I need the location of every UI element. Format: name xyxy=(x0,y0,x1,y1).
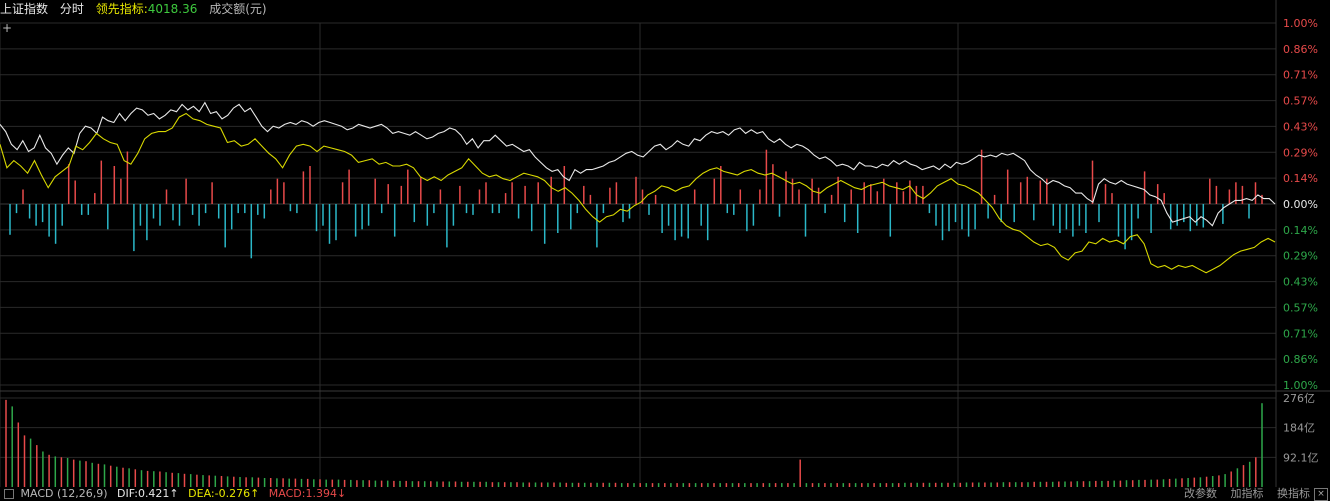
dif-value: DIF:0.421↑ xyxy=(117,487,179,500)
volume-tick-label: 92.1亿 xyxy=(1283,451,1319,464)
macd-value: MACD:1.394↓ xyxy=(268,487,347,500)
grid xyxy=(0,0,1330,487)
volume-tick-label: 276亿 xyxy=(1283,392,1315,405)
crosshair-plus-icon[interactable]: + xyxy=(2,21,12,35)
y-tick-label: 0.43% xyxy=(1283,120,1318,133)
macd-label[interactable]: MACD (12,26,9) xyxy=(21,487,108,500)
y-tick-label: 0.29% xyxy=(1283,250,1318,263)
y-tick-label: 0.14% xyxy=(1283,224,1318,237)
y-tick-label: 1.00% xyxy=(1283,17,1318,30)
y-tick-label: 0.86% xyxy=(1283,43,1318,56)
volume-axis-labels: 276亿 184亿 92.1亿 xyxy=(1283,392,1319,464)
y-tick-label: 0.71% xyxy=(1283,327,1318,340)
y-tick-label: 0.86% xyxy=(1283,353,1318,366)
volume-bars xyxy=(5,399,1263,487)
indicator-tools: 改参数 加指标 换指标 xyxy=(1174,488,1310,500)
intraday-chart[interactable]: 1.00% 0.86% 0.71% 0.57% 0.43% 0.29% 0.14% 0.00%… xyxy=(0,0,1330,500)
y-tick-label: 0.29% xyxy=(1283,146,1318,159)
y-axis-labels: 1.00% 0.86% 0.71% 0.57% 0.43% 0.29% 0.14% 0.00%… xyxy=(1283,17,1318,392)
indicator-bar: MACD (12,26,9) DIF:0.421↑ DEA:-0.276↑ MA… xyxy=(0,488,1330,500)
y-tick-label: 0.00% xyxy=(1283,198,1318,211)
tool-switch-indicator[interactable]: 换指标 xyxy=(1277,487,1310,500)
y-tick-label: 0.43% xyxy=(1283,276,1318,289)
y-tick-label: 0.71% xyxy=(1283,69,1318,82)
index-line xyxy=(0,101,1276,227)
tool-add-indicator[interactable]: 加指标 xyxy=(1231,487,1264,500)
close-icon[interactable]: × xyxy=(1314,488,1328,501)
tool-change-params[interactable]: 改参数 xyxy=(1184,487,1217,500)
price-lines xyxy=(0,101,1276,274)
y-tick-label: 0.57% xyxy=(1283,301,1318,314)
leading-line xyxy=(0,112,1276,274)
dea-value: DEA:-0.276↑ xyxy=(188,487,260,500)
collapse-box-icon[interactable] xyxy=(4,489,14,499)
y-tick-label: 1.00% xyxy=(1283,379,1318,392)
y-tick-label: 0.14% xyxy=(1283,172,1318,185)
y-tick-label: 0.57% xyxy=(1283,95,1318,108)
volume-tick-label: 184亿 xyxy=(1283,422,1315,435)
